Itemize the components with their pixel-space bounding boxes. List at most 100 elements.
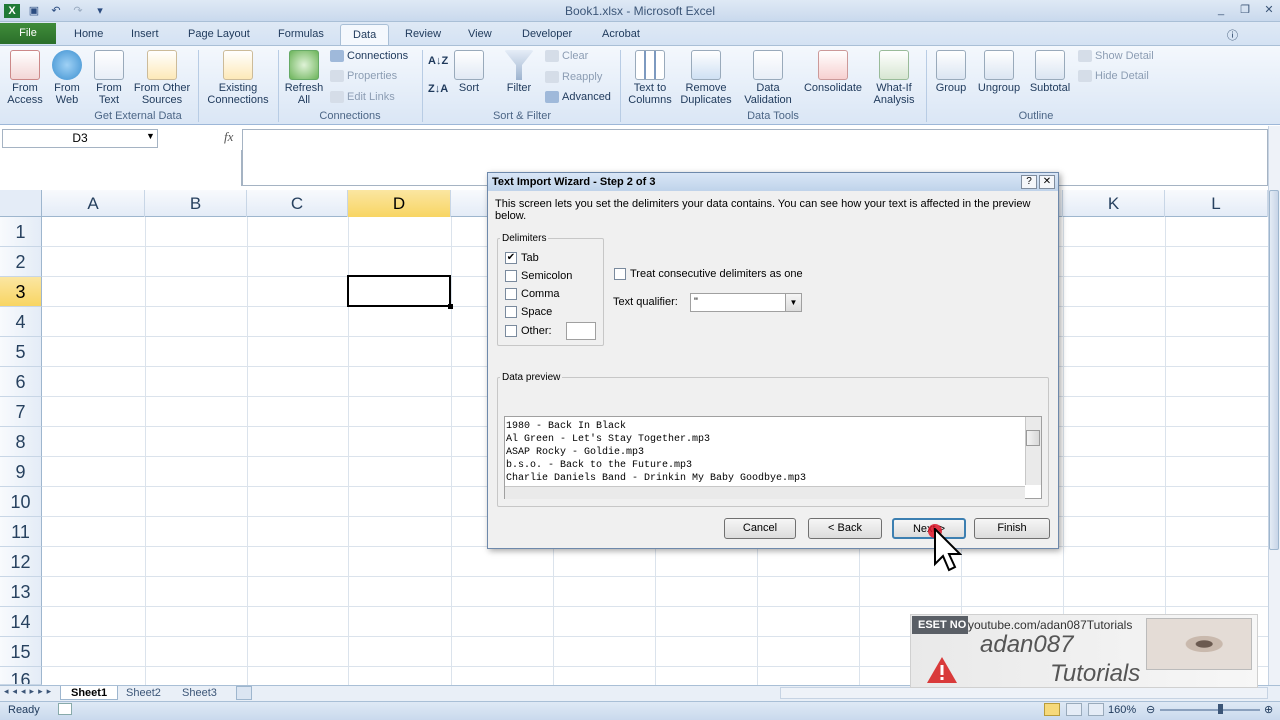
tab-developer[interactable]: Developer: [510, 24, 584, 45]
advanced-button[interactable]: Advanced: [545, 88, 611, 106]
normal-view-icon[interactable]: [1044, 703, 1060, 716]
tab-insert[interactable]: Insert: [119, 24, 171, 45]
group-button[interactable]: Group: [930, 50, 972, 94]
ungroup-button[interactable]: Ungroup: [974, 50, 1024, 94]
from-web-button[interactable]: From Web: [46, 50, 88, 106]
tab-review[interactable]: Review: [393, 24, 453, 45]
edit-links-button[interactable]: Edit Links: [330, 88, 395, 106]
existing-connections-button[interactable]: Existing Connections: [202, 50, 274, 106]
from-other-sources-button[interactable]: From Other Sources: [130, 50, 194, 106]
row-header[interactable]: 12: [0, 547, 42, 577]
text-to-columns-button[interactable]: Text to Columns: [624, 50, 676, 106]
space-checkbox[interactable]: [505, 306, 517, 318]
other-label[interactable]: Other:: [521, 325, 552, 337]
minimize-icon[interactable]: _: [1210, 2, 1232, 18]
preview-vertical-scrollbar[interactable]: [1025, 417, 1041, 485]
zoom-level[interactable]: 160%: [1108, 704, 1136, 716]
clear-button[interactable]: Clear: [545, 47, 588, 65]
save-icon[interactable]: ▣: [26, 4, 42, 18]
comma-checkbox[interactable]: [505, 288, 517, 300]
sort-a-z-icon[interactable]: A↓Z: [428, 52, 448, 70]
sheet-tab-sheet3[interactable]: Sheet3: [172, 686, 227, 700]
column-header[interactable]: L: [1165, 190, 1268, 217]
tab-file[interactable]: File: [0, 23, 56, 44]
filter-button[interactable]: Filter: [500, 50, 538, 94]
zoom-out-icon[interactable]: ⊖: [1146, 703, 1155, 716]
row-header[interactable]: 9: [0, 457, 42, 487]
help-icon[interactable]: ?: [1021, 175, 1037, 189]
tab-acrobat[interactable]: Acrobat: [590, 24, 652, 45]
page-layout-view-icon[interactable]: [1066, 703, 1082, 716]
column-header[interactable]: C: [247, 190, 348, 217]
hide-detail-button[interactable]: Hide Detail: [1078, 67, 1149, 85]
show-detail-button[interactable]: Show Detail: [1078, 47, 1154, 65]
sheet-tab-sheet2[interactable]: Sheet2: [116, 686, 171, 700]
column-header[interactable]: B: [145, 190, 247, 217]
row-header[interactable]: 14: [0, 607, 42, 637]
name-box-dropdown-icon[interactable]: ▼: [146, 131, 155, 141]
from-access-button[interactable]: From Access: [4, 50, 46, 106]
page-break-view-icon[interactable]: [1088, 703, 1104, 716]
row-header[interactable]: 15: [0, 637, 42, 667]
reapply-button[interactable]: Reapply: [545, 68, 602, 86]
back-button[interactable]: < Back: [808, 518, 882, 539]
insert-sheet-icon[interactable]: [236, 686, 252, 700]
subtotal-button[interactable]: Subtotal: [1026, 50, 1074, 94]
insert-function-icon[interactable]: fx: [224, 129, 233, 145]
row-header[interactable]: 3: [0, 277, 42, 307]
column-header[interactable]: D: [348, 190, 451, 217]
restore-icon[interactable]: ❐: [1234, 2, 1256, 18]
refresh-all-button[interactable]: Refresh All: [282, 50, 326, 106]
other-checkbox[interactable]: [505, 325, 517, 337]
tab-data[interactable]: Data: [340, 24, 390, 46]
undo-icon[interactable]: ↶: [48, 4, 64, 18]
row-header[interactable]: 2: [0, 247, 42, 277]
close-icon[interactable]: ✕: [1258, 2, 1280, 18]
remove-duplicates-button[interactable]: Remove Duplicates: [676, 50, 736, 106]
customize-qat-icon[interactable]: ▾: [92, 4, 108, 18]
sheet-nav-arrows-icon[interactable]: ◂◂◂▸▸▸: [4, 686, 55, 697]
connections-button[interactable]: Connections: [330, 47, 408, 65]
zoom-slider-thumb[interactable]: [1218, 704, 1223, 714]
preview-vertical-thumb[interactable]: [1026, 430, 1040, 446]
row-header[interactable]: 8: [0, 427, 42, 457]
data-validation-button[interactable]: Data Validation: [738, 50, 798, 106]
horizontal-scrollbar[interactable]: [780, 687, 1268, 699]
zoom-slider[interactable]: [1160, 709, 1260, 711]
other-delimiter-input[interactable]: [566, 322, 596, 340]
consecutive-delimiters-label[interactable]: Treat consecutive delimiters as one: [630, 268, 803, 280]
chevron-down-icon[interactable]: ▼: [785, 294, 801, 311]
cancel-button[interactable]: Cancel: [724, 518, 796, 539]
consolidate-button[interactable]: Consolidate: [800, 50, 866, 94]
from-text-button[interactable]: From Text: [88, 50, 130, 106]
sheet-tab-sheet1[interactable]: Sheet1: [60, 686, 119, 700]
redo-icon[interactable]: ↷: [70, 4, 86, 18]
consecutive-delimiters-checkbox[interactable]: [614, 268, 626, 280]
name-box[interactable]: D3: [2, 129, 158, 148]
row-header[interactable]: 16: [0, 667, 42, 685]
properties-button[interactable]: Properties: [330, 67, 397, 85]
tab-home[interactable]: Home: [62, 24, 115, 45]
sort-button[interactable]: Sort: [452, 50, 486, 94]
row-header[interactable]: 5: [0, 337, 42, 367]
space-label[interactable]: Space: [521, 306, 552, 318]
close-icon[interactable]: ✕: [1039, 175, 1055, 189]
help-icon[interactable]: ⓘ: [1227, 27, 1238, 43]
finish-button[interactable]: Finish: [974, 518, 1050, 539]
column-header[interactable]: K: [1063, 190, 1165, 217]
macro-record-icon[interactable]: [58, 703, 72, 715]
tab-view[interactable]: View: [456, 24, 504, 45]
row-header[interactable]: 10: [0, 487, 42, 517]
column-header[interactable]: A: [42, 190, 145, 217]
row-header[interactable]: 6: [0, 367, 42, 397]
fill-handle[interactable]: [448, 304, 453, 309]
semicolon-checkbox[interactable]: [505, 270, 517, 282]
sort-z-a-icon[interactable]: Z↓A: [428, 80, 448, 98]
active-cell[interactable]: [347, 275, 451, 307]
row-header[interactable]: 1: [0, 217, 42, 247]
row-header[interactable]: 13: [0, 577, 42, 607]
preview-horizontal-scrollbar[interactable]: [505, 486, 1025, 499]
vertical-scroll-thumb[interactable]: [1269, 190, 1279, 550]
row-header[interactable]: 11: [0, 517, 42, 547]
select-all-button[interactable]: [0, 190, 42, 217]
